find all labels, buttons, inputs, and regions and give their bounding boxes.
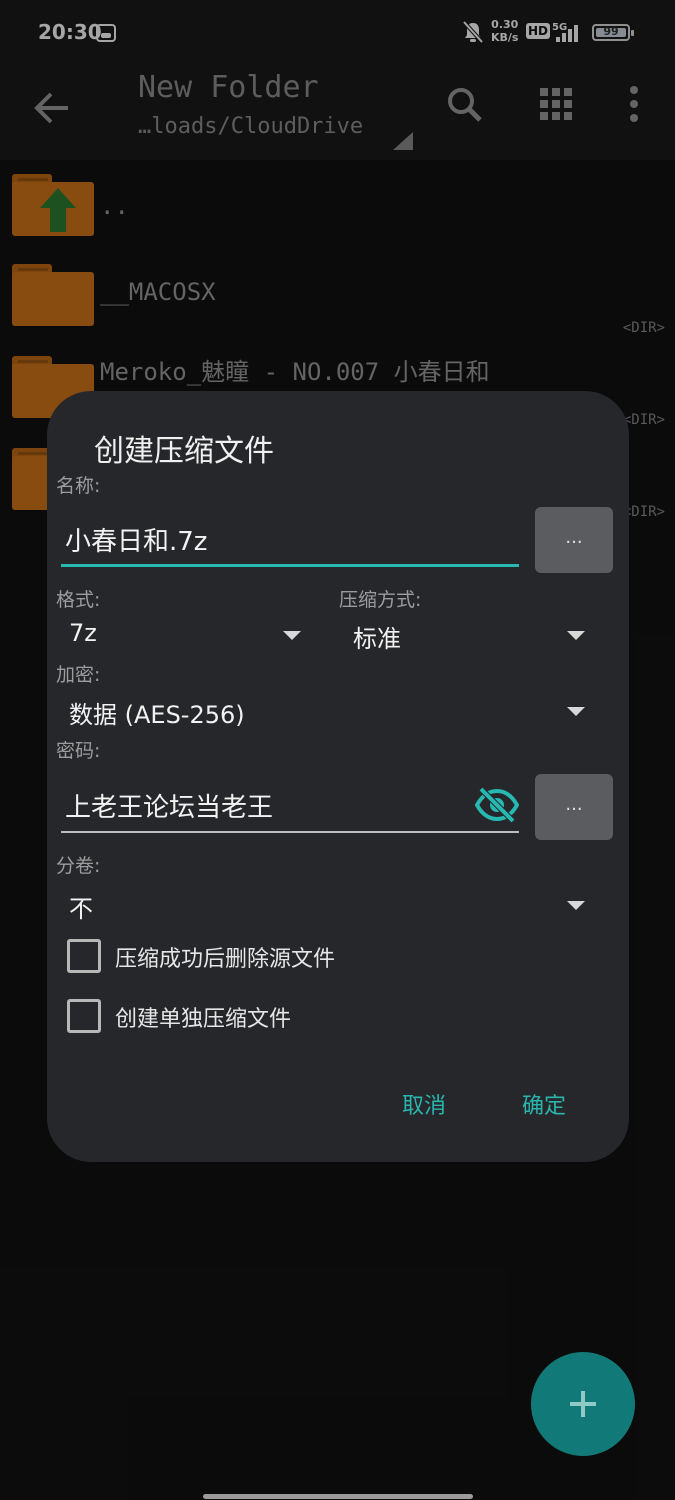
- split-label: 分卷:: [56, 855, 101, 877]
- cancel-button[interactable]: 取消: [402, 1088, 446, 1120]
- dialog-title: 创建压缩文件: [94, 434, 274, 469]
- create-archive-dialog: 创建压缩文件 名称: 小春日和.7z ... 格式: 7z 压缩方式: 标准 加…: [47, 391, 629, 1162]
- ok-button[interactable]: 确定: [522, 1088, 566, 1120]
- format-value: 7z: [69, 619, 97, 647]
- method-value: 标准: [353, 625, 401, 653]
- method-select[interactable]: 标准: [345, 615, 585, 657]
- delete-source-checkbox[interactable]: [67, 939, 101, 973]
- separate-archive-label: 创建单独压缩文件: [115, 1007, 292, 1032]
- encryption-select[interactable]: 数据 (AES-256): [61, 691, 585, 733]
- dropdown-caret-icon: [567, 707, 585, 716]
- method-label: 压缩方式:: [339, 589, 422, 611]
- encryption-value: 数据 (AES-256): [69, 701, 245, 729]
- password-field[interactable]: 上老王论坛当老王: [61, 771, 519, 833]
- separate-archive-option[interactable]: 创建单独压缩文件: [67, 996, 567, 1036]
- password-options-button[interactable]: ...: [535, 774, 613, 840]
- split-select[interactable]: 不: [61, 885, 585, 927]
- archive-name-field[interactable]: 小春日和.7z: [61, 505, 519, 567]
- visibility-off-icon[interactable]: [475, 786, 519, 824]
- dropdown-caret-icon: [283, 631, 301, 640]
- add-fab-button[interactable]: [531, 1352, 635, 1456]
- encryption-label: 加密:: [56, 664, 101, 686]
- format-label: 格式:: [56, 589, 101, 611]
- browse-name-button[interactable]: ...: [535, 507, 613, 573]
- format-select[interactable]: 7z: [61, 615, 301, 657]
- password-label: 密码:: [56, 740, 101, 762]
- split-value: 不: [69, 895, 93, 923]
- home-indicator[interactable]: [203, 1494, 473, 1499]
- dropdown-caret-icon: [567, 631, 585, 640]
- name-label: 名称:: [56, 475, 101, 497]
- delete-source-option[interactable]: 压缩成功后删除源文件: [67, 936, 567, 976]
- dropdown-caret-icon: [567, 901, 585, 910]
- delete-source-label: 压缩成功后删除源文件: [115, 947, 336, 972]
- password-value: 上老王论坛当老王: [65, 793, 274, 823]
- archive-name-value: 小春日和.7z: [65, 527, 208, 557]
- separate-archive-checkbox[interactable]: [67, 999, 101, 1033]
